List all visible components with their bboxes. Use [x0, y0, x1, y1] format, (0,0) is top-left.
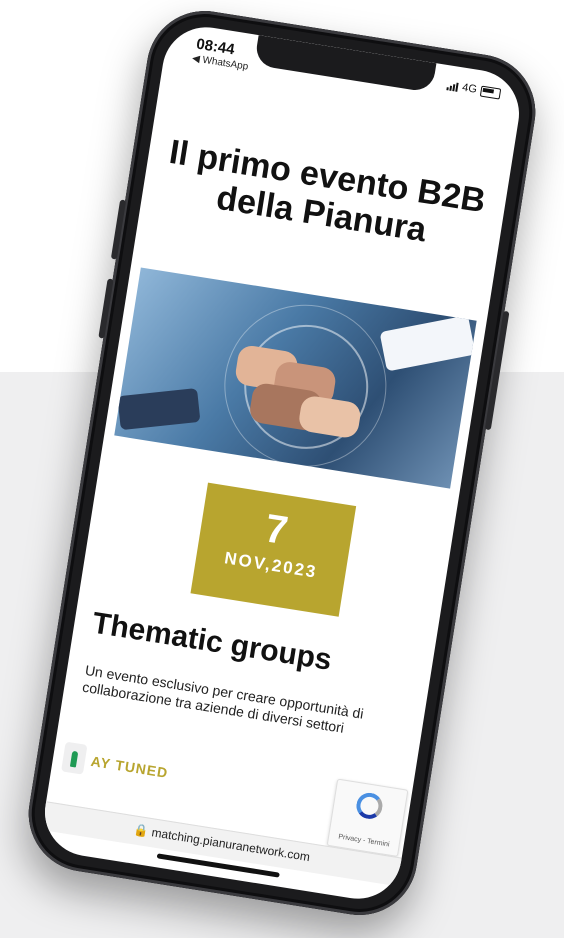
event-date-badge: 7 NOV,2023	[190, 482, 357, 617]
event-description: Un evento esclusivo per creare opportuni…	[81, 661, 365, 736]
recaptcha-icon	[354, 791, 385, 821]
status-indicators: 4G	[446, 79, 502, 100]
signal-icon	[446, 81, 460, 92]
hero-sleeve	[117, 387, 201, 431]
hero-image	[114, 267, 477, 489]
battery-icon	[479, 85, 502, 100]
stay-tuned-label: AY TUNED	[89, 752, 170, 781]
stay-tuned-bar[interactable]: AY TUNED	[61, 741, 170, 788]
network-type: 4G	[461, 81, 478, 96]
hero-sleeve	[379, 315, 476, 372]
scene: 08:44 ◀ WhatsApp 4G Il primo evento B2B …	[0, 0, 564, 938]
recaptcha-badge[interactable]: Privacy - Termini	[326, 778, 409, 857]
cookie-lock-icon[interactable]	[61, 741, 88, 775]
lock-icon: 🔒	[132, 822, 150, 839]
page-headline: Il primo evento B2B della Pianura	[166, 132, 489, 250]
